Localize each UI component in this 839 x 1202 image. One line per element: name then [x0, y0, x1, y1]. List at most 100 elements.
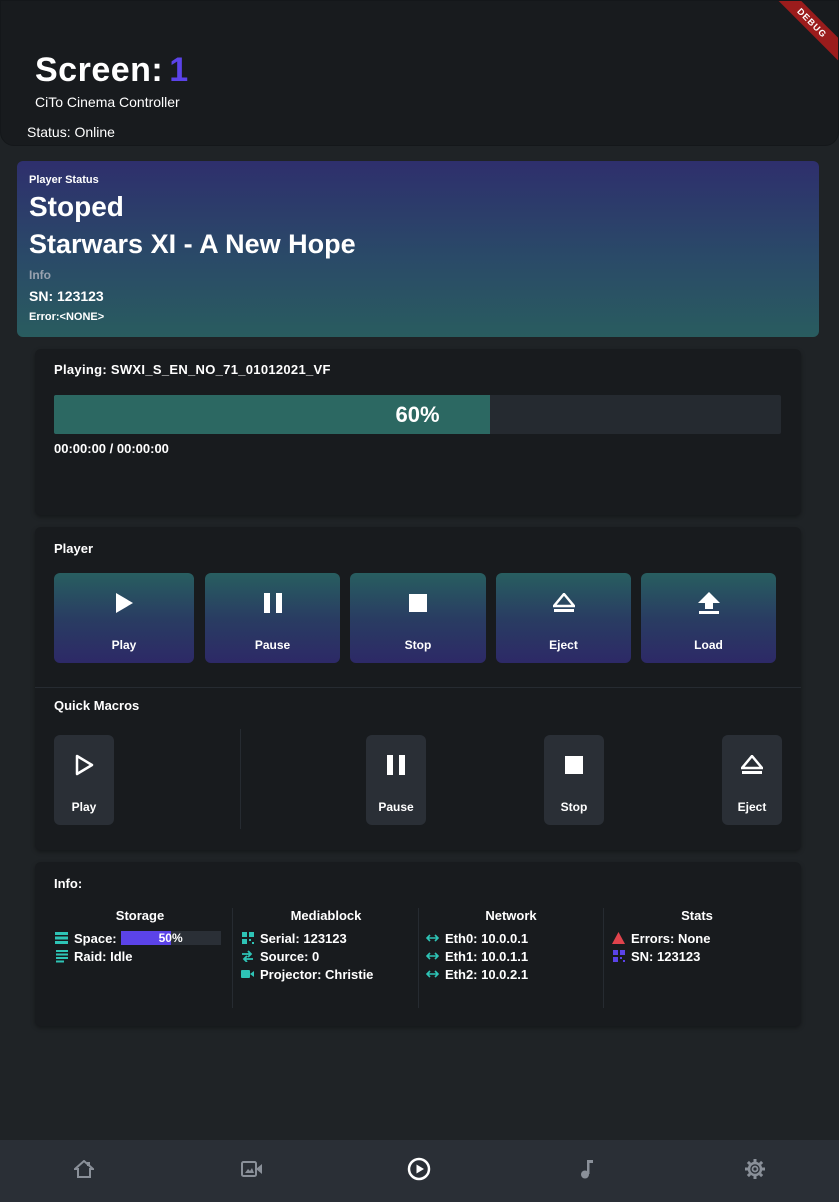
load-button-label: Load: [694, 638, 723, 652]
info-divider: [418, 908, 419, 1008]
nav-settings[interactable]: [735, 1151, 775, 1191]
pause-icon: [386, 752, 406, 778]
nav-home[interactable]: [64, 1151, 104, 1191]
nav-videos[interactable]: [232, 1151, 272, 1191]
player-state: Stoped: [29, 191, 124, 222]
screen-title-label: Screen:: [35, 51, 164, 89]
playing-line: Playing: SWXI_S_EN_NO_71_01012021_VF: [54, 362, 331, 377]
info-label: Info: [29, 268, 51, 282]
music-note-icon: [580, 1159, 594, 1184]
storage-title: Storage: [115, 908, 165, 923]
storage-usage-text: 50%: [158, 931, 183, 945]
raid-row: Raid: Idle: [55, 947, 225, 965]
serial-number: SN: 123123: [29, 288, 104, 304]
macro-pause-label: Pause: [378, 800, 414, 814]
info-divider: [603, 908, 604, 1008]
qr-code-icon: [612, 950, 625, 963]
storage-column: Storage Space: 50% Raid: Idle: [55, 908, 225, 965]
stats-title: Stats: [681, 908, 713, 923]
stats-sn-row: SN: 123123: [612, 947, 782, 965]
bottom-navigation: [0, 1140, 839, 1202]
player-controls-card: Player Play Pause Stop Eject Load Quick …: [35, 527, 801, 850]
macro-play-button[interactable]: Play: [54, 735, 114, 825]
load-button[interactable]: Load: [641, 573, 776, 663]
macro-eject-button[interactable]: Eject: [722, 735, 782, 825]
stats-errors: Errors: None: [631, 930, 711, 946]
raid-status: Raid: Idle: [74, 948, 133, 964]
mediablock-title: Mediablock: [290, 908, 362, 923]
info-card: Info: Storage Space: 50% Raid: Idle Medi…: [35, 862, 801, 1026]
debug-banner: DEBUG: [763, 1, 838, 72]
projector-row: Projector: Christie: [241, 965, 411, 983]
eject-button[interactable]: Eject: [496, 573, 631, 663]
eject-icon: [552, 590, 575, 616]
storage-icon: [55, 932, 68, 945]
space-label: Space:: [74, 930, 117, 946]
playing-file: SWXI_S_EN_NO_71_01012021_VF: [110, 362, 331, 377]
network-title: Network: [485, 908, 537, 923]
qr-code-icon: [241, 932, 254, 945]
stats-sn: SN: 123123: [631, 948, 701, 964]
errors-row: Errors: None: [612, 929, 782, 947]
play-icon: [114, 590, 134, 616]
warning-icon: [612, 932, 625, 945]
play-button[interactable]: Play: [54, 573, 194, 663]
player-section-label: Player: [54, 541, 94, 556]
stop-button-label: Stop: [404, 638, 432, 652]
progress-text: 60%: [395, 402, 440, 427]
mediablock-serial: Serial: 123123: [260, 930, 347, 946]
stop-button[interactable]: Stop: [350, 573, 486, 663]
macro-play-label: Play: [71, 800, 97, 814]
mediablock-source: Source: 0: [260, 948, 320, 964]
stop-icon: [408, 590, 428, 616]
info-section-label: Info:: [54, 876, 83, 891]
network-arrows-icon: [426, 968, 439, 981]
macro-pause-button[interactable]: Pause: [366, 735, 426, 825]
nav-music[interactable]: [567, 1151, 607, 1191]
nav-player[interactable]: [399, 1151, 439, 1191]
error-status: Error:<NONE>: [29, 311, 105, 323]
connection-status: Status: Online: [27, 124, 115, 140]
eth1-address: Eth1: 10.0.1.1: [445, 948, 529, 964]
page-title: Screen: 1: [35, 51, 189, 90]
eth1-row: Eth1: 10.0.1.1: [426, 947, 596, 965]
pause-button-label: Pause: [254, 638, 291, 652]
serial-row: Serial: 123123: [241, 929, 411, 947]
mediablock-column: Mediablock Serial: 123123 Source: 0 Proj…: [241, 908, 411, 983]
projector-icon: [241, 968, 254, 981]
eth0-row: Eth0: 10.0.0.1: [426, 929, 596, 947]
playback-progress-bar[interactable]: 60%: [54, 395, 781, 434]
storage-space-row: Space: 50%: [55, 929, 225, 947]
stop-icon: [564, 752, 584, 778]
player-status-label: Player Status: [29, 174, 99, 186]
movie-title: Starwars XI - A New Hope: [29, 229, 356, 259]
pause-button[interactable]: Pause: [205, 573, 340, 663]
playback-time: 00:00:00 / 00:00:00: [54, 441, 169, 456]
eth2-address: Eth2: 10.0.2.1: [445, 966, 529, 982]
eject-icon: [741, 752, 763, 778]
eject-button-label: Eject: [549, 638, 578, 652]
raid-icon: [55, 949, 68, 963]
pause-icon: [263, 590, 283, 616]
mediablock-projector: Projector: Christie: [260, 966, 374, 982]
macro-divider: [240, 729, 241, 829]
network-column: Network Eth0: 10.0.0.1 Eth1: 10.0.1.1 Et…: [426, 908, 596, 983]
eth2-row: Eth2: 10.0.2.1: [426, 965, 596, 983]
macros-section-label: Quick Macros: [54, 698, 140, 713]
video-icon: [240, 1160, 263, 1182]
section-divider: [35, 687, 801, 688]
macro-stop-button[interactable]: Stop: [544, 735, 604, 825]
play-outline-icon: [74, 752, 94, 778]
playing-label: Playing:: [54, 362, 107, 377]
source-row: Source: 0: [241, 947, 411, 965]
play-circle-icon: [407, 1157, 431, 1186]
macro-stop-label: Stop: [560, 800, 588, 814]
input-source-icon: [241, 950, 254, 963]
macro-eject-label: Eject: [737, 800, 767, 814]
settings-gear-icon: [744, 1158, 766, 1185]
stats-column: Stats Errors: None SN: 123123: [612, 908, 782, 965]
now-playing-card: Playing: SWXI_S_EN_NO_71_01012021_VF 60%…: [35, 349, 801, 515]
upload-icon: [697, 590, 720, 616]
app-subtitle: CiTo Cinema Controller: [35, 94, 180, 110]
home-icon: [72, 1159, 96, 1183]
